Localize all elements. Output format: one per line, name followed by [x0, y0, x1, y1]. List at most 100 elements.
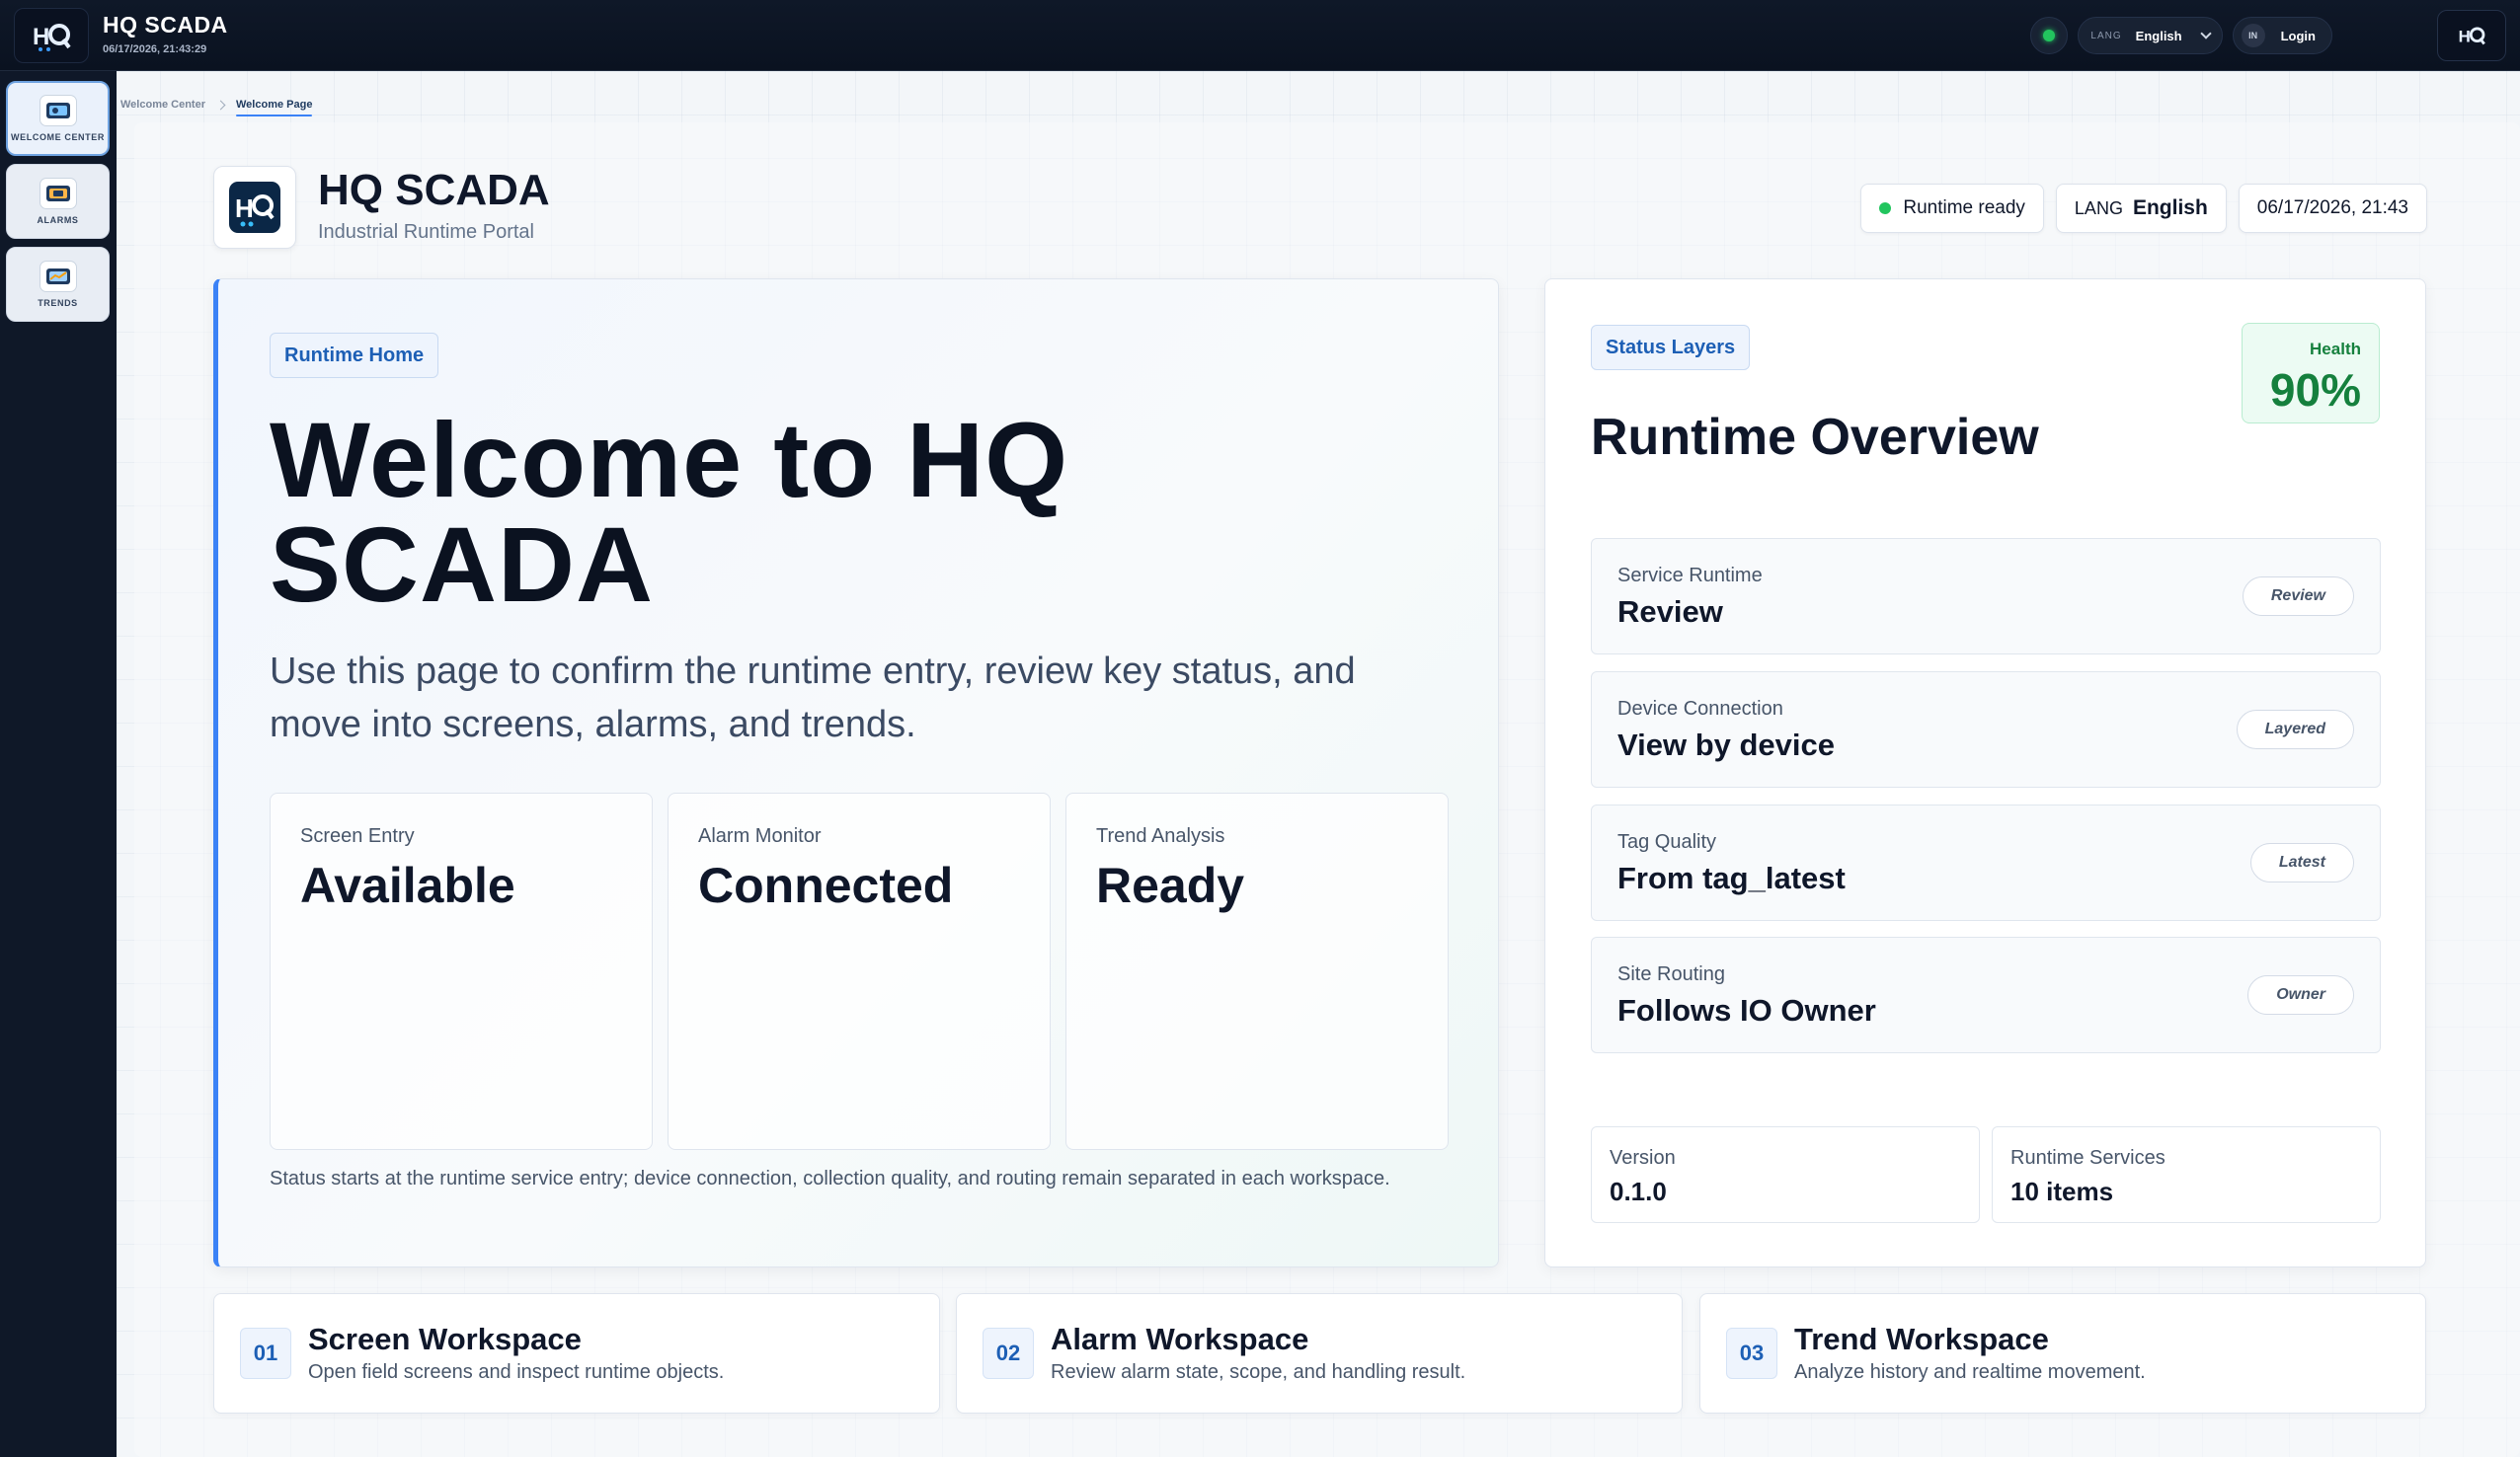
- stat-trend-analysis[interactable]: Trend Analysis Ready: [1065, 793, 1449, 1150]
- language-chip[interactable]: LANG English: [2055, 184, 2227, 233]
- status-layers-tag: Status Layers: [1591, 325, 1751, 370]
- stat-screen-entry[interactable]: Screen Entry Available: [270, 793, 653, 1150]
- svg-text:H: H: [2459, 27, 2471, 45]
- chevron-right-icon: [215, 100, 226, 110]
- page-subtitle: Industrial Runtime Portal: [318, 221, 534, 243]
- language-select[interactable]: LANG English: [2078, 17, 2223, 54]
- lang-key: LANG: [2074, 197, 2123, 218]
- row-badge: Latest: [2249, 843, 2354, 882]
- welcome-title-line: SCADA: [270, 504, 655, 624]
- header-status-bar: Runtime ready LANG English 06/17/2026, 2…: [1860, 184, 2427, 233]
- lang-value: English: [2135, 28, 2182, 43]
- stat-value: Ready: [1096, 858, 1245, 913]
- overview-row-tag-quality[interactable]: Tag Quality From tag_latest Latest: [1591, 805, 2381, 921]
- brand-logo: H: [213, 166, 296, 249]
- runtime-services-box: Runtime Services 10 items: [1992, 1126, 2381, 1223]
- workspace-title: Trend Workspace: [1794, 1322, 2049, 1356]
- trends-icon: [39, 261, 77, 292]
- row-label: Service Runtime: [1617, 565, 1763, 586]
- login-avatar-icon: IN: [2241, 24, 2265, 47]
- workspace-number: 03: [1726, 1328, 1777, 1379]
- row-value: From tag_latest: [1617, 861, 1846, 895]
- top-bar: H HQ SCADA 06/17/2026, 21:43:29 LANG Eng…: [0, 0, 2520, 71]
- workspace-description: Analyze history and realtime movement.: [1794, 1361, 2146, 1383]
- app-datetime: 06/17/2026, 21:43:29: [103, 43, 207, 55]
- sidebar: WELCOME CENTER ALARMS TRENDS: [0, 71, 117, 1457]
- stat-value: Connected: [698, 858, 954, 913]
- sidebar-item-label: WELCOME CENTER: [11, 132, 105, 142]
- health-value: 90%: [2269, 364, 2361, 416]
- lang-key: LANG: [2090, 30, 2122, 41]
- services-label: Runtime Services: [2010, 1147, 2166, 1169]
- breadcrumb-current[interactable]: Welcome Page: [236, 99, 313, 116]
- workspace-description: Review alarm state, scope, and handling …: [1051, 1361, 1466, 1383]
- hq-logo-icon: H: [33, 24, 71, 51]
- overview-title: Runtime Overview: [1591, 409, 2039, 466]
- app-logo[interactable]: H: [14, 8, 89, 63]
- version-value: 0.1.0: [1610, 1177, 1667, 1206]
- stat-label: Trend Analysis: [1096, 825, 1225, 847]
- runtime-overview-card: Status Layers Health 90% Runtime Overvie…: [1544, 278, 2426, 1267]
- connection-status[interactable]: [2030, 17, 2069, 54]
- welcome-description: Use this page to confirm the runtime ent…: [270, 651, 1356, 745]
- row-badge: Layered: [2236, 710, 2354, 749]
- row-badge: Review: [2242, 576, 2354, 616]
- workspace-number: 02: [983, 1328, 1034, 1379]
- row-value: Follows IO Owner: [1617, 993, 1876, 1028]
- row-label: Device Connection: [1617, 698, 1783, 720]
- hq-logo-icon: H: [2459, 27, 2485, 45]
- sidebar-item-welcome-center[interactable]: WELCOME CENTER: [6, 81, 110, 156]
- user-avatar[interactable]: H: [2437, 10, 2506, 61]
- stat-value: Available: [300, 858, 515, 913]
- status-dot-icon: [1879, 202, 1892, 214]
- stat-alarm-monitor[interactable]: Alarm Monitor Connected: [668, 793, 1051, 1150]
- version-box: Version 0.1.0: [1591, 1126, 1980, 1223]
- breadcrumb-parent[interactable]: Welcome Center: [120, 99, 205, 111]
- services-value: 10 items: [2010, 1177, 2114, 1206]
- app-title: HQ SCADA: [103, 12, 228, 38]
- chevron-down-icon: [2199, 28, 2212, 39]
- sidebar-item-trends[interactable]: TRENDS: [6, 247, 110, 322]
- row-value: Review: [1617, 594, 1723, 629]
- stat-label: Alarm Monitor: [698, 825, 822, 847]
- welcome-title-line: Welcome to HQ: [270, 400, 1069, 519]
- workspace-title: Alarm Workspace: [1051, 1322, 1309, 1356]
- version-label: Version: [1610, 1147, 1676, 1169]
- welcome-footnote: Status starts at the runtime service ent…: [270, 1168, 1390, 1189]
- login-button[interactable]: IN Login: [2232, 17, 2332, 54]
- trend-workspace-card[interactable]: 03 Trend Workspace Analyze history and r…: [1699, 1293, 2426, 1414]
- runtime-home-tag: Runtime Home: [270, 333, 439, 378]
- health-badge: Health 90%: [2242, 323, 2380, 423]
- health-label: Health: [2310, 340, 2361, 358]
- overview-row-service-runtime[interactable]: Service Runtime Review Review: [1591, 538, 2381, 654]
- welcome-title: Welcome to HQ SCADA: [270, 400, 1356, 624]
- overview-row-device-connection[interactable]: Device Connection View by device Layered: [1591, 671, 2381, 788]
- sidebar-item-label: TRENDS: [38, 298, 78, 308]
- runtime-status-text: Runtime ready: [1903, 197, 2025, 218]
- status-dot-icon: [2043, 30, 2056, 41]
- stat-label: Screen Entry: [300, 825, 415, 847]
- datetime-chip: 06/17/2026, 21:43: [2238, 184, 2427, 233]
- runtime-status-chip: Runtime ready: [1860, 184, 2044, 233]
- welcome-icon: [39, 95, 77, 126]
- workspace-number: 01: [240, 1328, 291, 1379]
- svg-text:H: H: [33, 24, 49, 50]
- alarms-icon: [39, 178, 77, 209]
- sidebar-item-label: ALARMS: [37, 215, 79, 225]
- svg-text:H: H: [235, 193, 254, 223]
- row-value: View by device: [1617, 728, 1835, 762]
- alarm-workspace-card[interactable]: 02 Alarm Workspace Review alarm state, s…: [956, 1293, 1683, 1414]
- page-title: HQ SCADA: [318, 166, 550, 214]
- overview-row-site-routing[interactable]: Site Routing Follows IO Owner Owner: [1591, 937, 2381, 1053]
- login-label: Login: [2280, 28, 2316, 43]
- row-badge: Owner: [2247, 975, 2354, 1015]
- workspace-description: Open field screens and inspect runtime o…: [308, 1361, 725, 1383]
- breadcrumb: Welcome Center Welcome Page: [120, 93, 313, 116]
- lang-value: English: [2132, 196, 2208, 219]
- screen-workspace-card[interactable]: 01 Screen Workspace Open field screens a…: [213, 1293, 940, 1414]
- datetime-text: 06/17/2026, 21:43: [2256, 197, 2408, 218]
- welcome-card: Runtime Home Welcome to HQ SCADA Use thi…: [213, 278, 1499, 1267]
- sidebar-item-alarms[interactable]: ALARMS: [6, 164, 110, 239]
- row-label: Tag Quality: [1617, 831, 1717, 853]
- hq-logo-icon: H: [229, 182, 280, 233]
